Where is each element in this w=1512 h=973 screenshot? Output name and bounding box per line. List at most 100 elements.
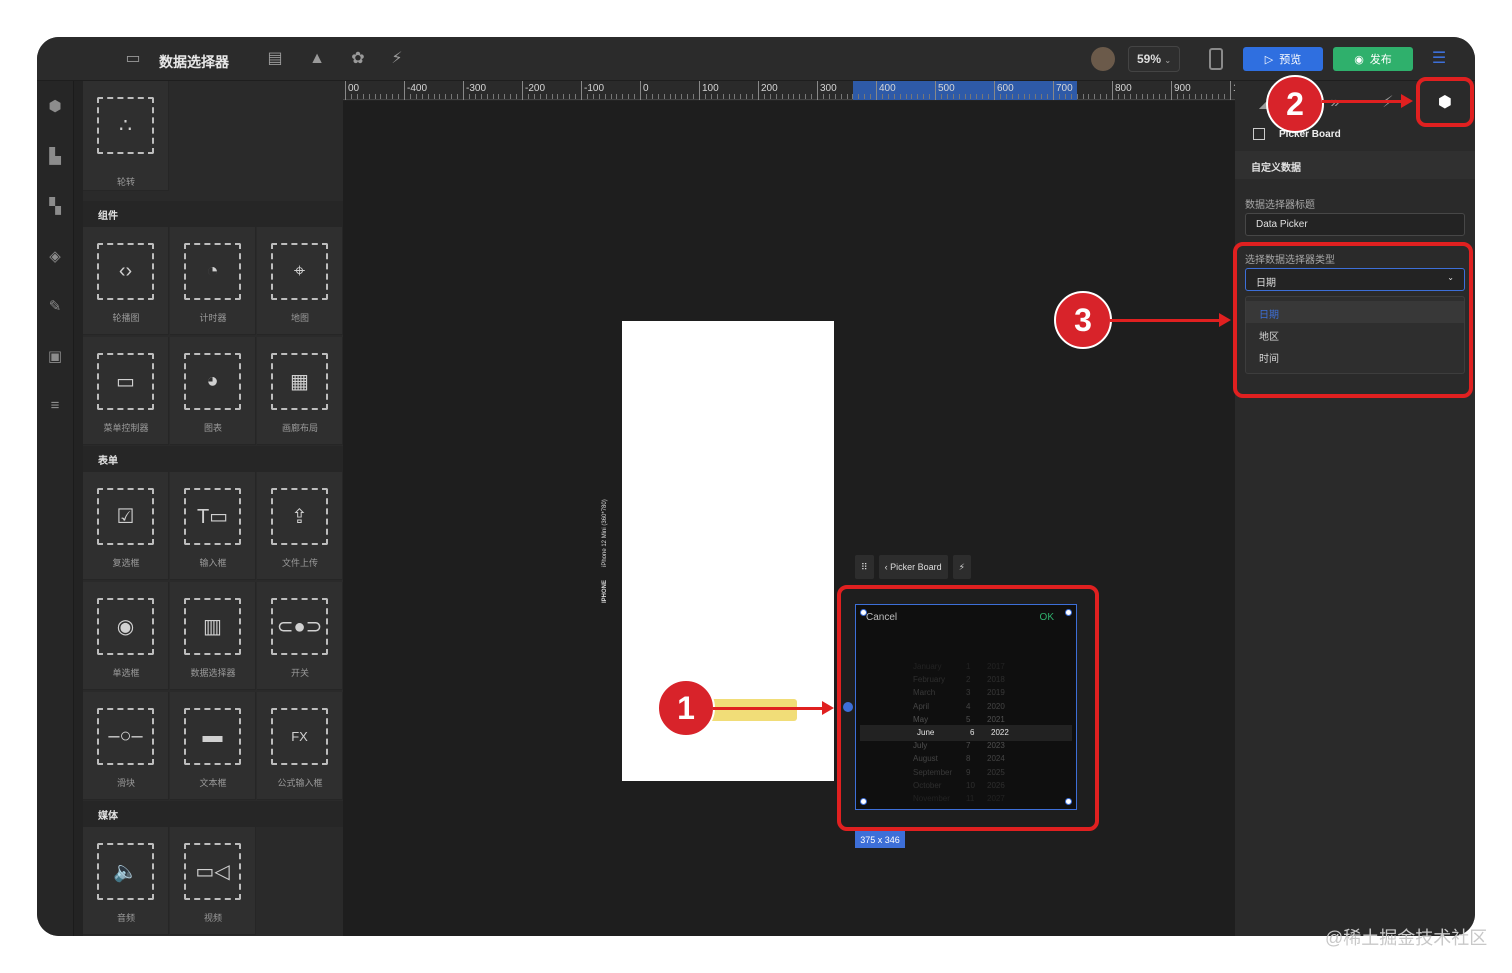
palette-item-menu-controller[interactable]: ▭ 菜单控制器 (83, 337, 169, 445)
annotation-arrow-1 (713, 707, 823, 710)
ruler-minor-tick (398, 94, 400, 99)
palette-item-data-picker[interactable]: ▥ 数据选择器 (170, 582, 256, 690)
title-input[interactable]: Data Picker (1245, 213, 1465, 236)
settings-sliders-icon[interactable]: ☰ (1429, 49, 1449, 69)
speaker-icon: 🔈 (97, 843, 154, 900)
palette-item-timer[interactable]: ◔ 计时器 (170, 227, 256, 335)
ruler-minor-tick (1094, 94, 1096, 99)
ruler-tick-label: 00 (348, 83, 360, 94)
ruler-minor-tick (551, 94, 553, 99)
palette-item-label: 计时器 (199, 313, 227, 323)
ruler-minor-tick (645, 94, 647, 99)
watermark: @稀土掘金技术社区 (1325, 928, 1488, 948)
palette-item-switch[interactable]: ⊂●⊃ 开关 (257, 582, 343, 690)
preview-button[interactable]: ▷ 预览 (1243, 47, 1323, 71)
ruler-minor-tick (787, 94, 789, 99)
ruler-tick-label: -100 (584, 83, 605, 94)
annotation-box-settings-tab (1416, 77, 1474, 127)
zoom-select[interactable]: 59% ⌄ (1128, 46, 1181, 72)
carousel-icon: ‹› (97, 243, 154, 300)
ruler-minor-tick (775, 94, 777, 99)
palette-item-slider[interactable]: –○– 滑块 (83, 692, 169, 800)
blocks-icon[interactable]: ▙ (45, 147, 65, 167)
section-header-components: 组件 (83, 201, 343, 227)
ruler-minor-tick (716, 94, 718, 99)
palette-item-gallery-layout[interactable]: ▦ 画廊布局 (257, 337, 343, 445)
palette-item-formula-input[interactable]: FX 公式输入框 (257, 692, 343, 800)
ruler-minor-tick (781, 94, 783, 99)
ruler-minor-tick (1123, 94, 1125, 99)
custom-data-section[interactable]: 自定义数据 (1235, 151, 1475, 179)
publish-button[interactable]: ◉ 发布 (1333, 47, 1413, 71)
document-icon[interactable]: ▤ (265, 49, 285, 69)
palette-item-carousel-rotate[interactable]: ∴ 轮转 (83, 81, 169, 191)
ruler-minor-tick (828, 94, 830, 99)
ruler-minor-tick (510, 94, 512, 99)
palette-item-radio[interactable]: ◉ 单选框 (83, 582, 169, 690)
ruler-minor-tick (1165, 94, 1167, 99)
device-short-label: IPHONE (602, 579, 608, 603)
avatar[interactable] (1091, 47, 1115, 71)
cube-icon[interactable]: ⬢ (45, 97, 65, 117)
drag-handle-icon[interactable]: ⠿ (855, 555, 874, 579)
app-window: ▭ 数据选择器 ▤ ▲ ✿ ⚡ 59% ⌄ ▷ 预览 ◉ 发布 ☰ ⬢ ▙ ▚ ◈ … (37, 37, 1475, 936)
ruler-minor-tick (1005, 94, 1007, 99)
palette-item-label: 菜单控制器 (103, 423, 149, 433)
ruler-major-tick (522, 81, 523, 100)
annotation-arrowhead-2 (1401, 94, 1413, 108)
palette-item-label: 公式输入框 (277, 778, 323, 788)
shapes-icon[interactable]: ▲ (307, 49, 327, 69)
sidebar-toggle-icon[interactable]: ▭ (123, 49, 143, 69)
palette-item-audio[interactable]: 🔈 音频 (83, 827, 169, 935)
device-phone-icon[interactable] (1209, 48, 1223, 70)
ruler-minor-tick (1106, 94, 1108, 99)
palette-item-carousel[interactable]: ‹› 轮播图 (83, 227, 169, 335)
ruler-major-tick (404, 81, 405, 100)
palette-item-video[interactable]: ▭◁ 视频 (170, 827, 256, 935)
ruler-minor-tick (669, 94, 671, 99)
ruler-minor-tick (492, 94, 494, 99)
palette-item-label: 开关 (290, 668, 309, 678)
rotate-icon: ∴ (97, 97, 154, 154)
palette-item-file-upload[interactable]: ⇪ 文件上传 (257, 472, 343, 580)
components-icon[interactable]: ✿ (348, 49, 368, 69)
palette-item-chart[interactable]: ◕ 图表 (170, 337, 256, 445)
annotation-marker-3: 3 (1054, 291, 1112, 349)
ruler-minor-tick (575, 94, 577, 99)
ruler-minor-tick (610, 94, 612, 99)
palette-item-input[interactable]: T▭ 输入框 (170, 472, 256, 580)
ruler-minor-tick (1117, 94, 1119, 99)
ruler-minor-tick (445, 94, 447, 99)
ruler-minor-tick (1224, 94, 1226, 99)
action-tab-icon[interactable]: ⚡ (1378, 93, 1398, 113)
ruler-minor-tick (504, 94, 506, 99)
ruler-minor-tick (368, 94, 370, 99)
lightning-action-icon[interactable]: ⚡ (952, 555, 971, 579)
ruler-minor-tick (362, 94, 364, 99)
hammer-icon[interactable]: ✎ (45, 297, 65, 317)
palette-item-map[interactable]: ⌖ 地图 (257, 227, 343, 335)
ruler-minor-tick (498, 94, 500, 99)
ruler-minor-tick (486, 94, 488, 99)
ruler-minor-tick (1082, 94, 1084, 99)
app-title: 数据选择器 (159, 54, 229, 70)
ruler-minor-tick (1041, 94, 1043, 99)
ruler-major-tick (1112, 81, 1113, 100)
ruler-minor-tick (929, 94, 931, 99)
list-icon[interactable]: ≡ (45, 397, 65, 417)
ruler-minor-tick (722, 94, 724, 99)
title-field-label: 数据选择器标题 (1245, 200, 1315, 211)
ruler-minor-tick (834, 94, 836, 99)
picker-board-breadcrumb[interactable]: ‹ Picker Board (878, 555, 948, 579)
code-tab-icon[interactable]: » (1325, 93, 1345, 113)
palette-item-textarea[interactable]: ▬ 文本框 (170, 692, 256, 800)
palette-item-checkbox[interactable]: ☑ 复选框 (83, 472, 169, 580)
layout-icon[interactable]: ▚ (45, 197, 65, 217)
ruler-minor-tick (734, 94, 736, 99)
properties-panel: ◢ » ⚡ ⬢ Picker Board 自定义数据 数据选择器标题 Data … (1235, 81, 1475, 936)
ruler-minor-tick (516, 94, 518, 99)
layers-icon[interactable]: ◈ (45, 247, 65, 267)
pages-icon[interactable]: ▣ (45, 347, 65, 367)
lightning-icon[interactable]: ⚡ (387, 49, 407, 69)
ruler-minor-tick (858, 94, 860, 99)
